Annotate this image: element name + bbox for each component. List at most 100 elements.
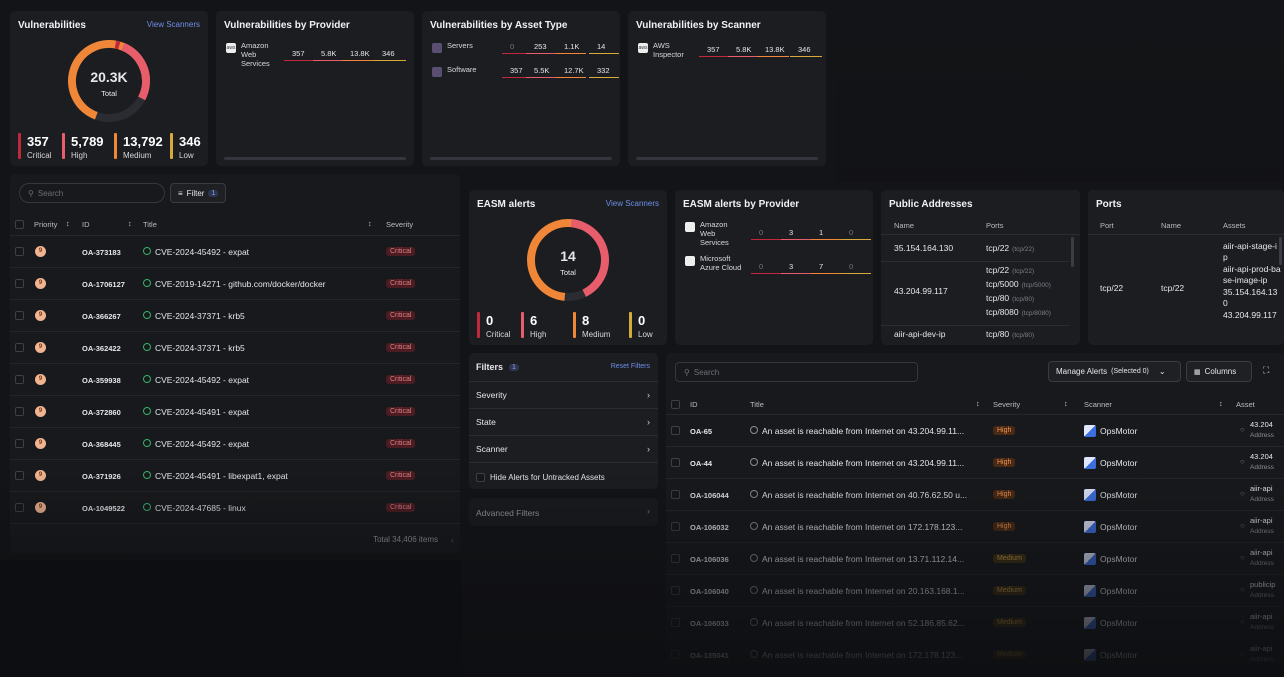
sort-icon[interactable]: ↕ bbox=[66, 219, 70, 228]
pagination-prev-icon[interactable]: ‹ bbox=[451, 535, 454, 545]
row-title[interactable]: An asset is reachable from Internet on 4… bbox=[762, 426, 964, 436]
severity-badge: Critical bbox=[386, 503, 416, 512]
table-row[interactable]: 9 OA-373183 CVE-2024-45492 - expat Critical bbox=[10, 236, 460, 268]
row-checkbox[interactable] bbox=[15, 471, 24, 480]
table-row[interactable]: OA-106044 An asset is reachable from Inte… bbox=[666, 479, 1284, 511]
table-row[interactable]: OA-106036 An asset is reachable from Inte… bbox=[666, 543, 1284, 575]
row-checkbox[interactable] bbox=[15, 247, 24, 256]
asset-name[interactable]: aiir-api bbox=[1250, 516, 1273, 525]
advanced-filters-panel[interactable]: Advanced Filters › bbox=[469, 498, 658, 526]
column-priority[interactable]: Priority bbox=[34, 220, 57, 229]
table-row[interactable]: OA-106040 An asset is reachable from Inte… bbox=[666, 575, 1284, 607]
row-checkbox[interactable] bbox=[671, 618, 680, 627]
manage-alerts-dropdown[interactable]: Manage Alerts (Selected 0) ⌄ bbox=[1048, 361, 1181, 382]
column-asset[interactable]: Asset bbox=[1236, 400, 1255, 409]
asset-name[interactable]: 43.204 bbox=[1250, 452, 1273, 461]
fullscreen-icon[interactable]: ⛶ bbox=[1263, 365, 1269, 376]
row-checkbox[interactable] bbox=[671, 426, 680, 435]
column-title[interactable]: Title bbox=[750, 400, 764, 409]
search-input[interactable]: ⚲ Search bbox=[675, 362, 918, 382]
columns-button[interactable]: ▦ Columns bbox=[1186, 361, 1252, 382]
row-checkbox[interactable] bbox=[671, 650, 680, 659]
panel-scrollbar[interactable] bbox=[224, 157, 406, 160]
table-row[interactable]: OA-65 An asset is reachable from Internet… bbox=[666, 415, 1284, 447]
row-title[interactable]: An asset is reachable from Internet on 1… bbox=[762, 522, 962, 532]
row-checkbox[interactable] bbox=[671, 586, 680, 595]
row-checkbox[interactable] bbox=[15, 279, 24, 288]
row-title[interactable]: CVE-2024-37371 - krb5 bbox=[155, 343, 245, 353]
row-title[interactable]: An asset is reachable from Internet on 4… bbox=[762, 458, 964, 468]
row-checkbox[interactable] bbox=[671, 490, 680, 499]
sort-icon[interactable]: ↕ bbox=[128, 219, 132, 228]
row-checkbox[interactable] bbox=[15, 439, 24, 448]
row-title[interactable]: An asset is reachable from Internet on 1… bbox=[762, 554, 964, 564]
row-title[interactable]: CVE-2024-37371 - krb5 bbox=[155, 311, 245, 321]
row-checkbox[interactable] bbox=[671, 522, 680, 531]
table-row[interactable]: 9 OA-372860 CVE-2024-45491 - expat Critical bbox=[10, 396, 460, 428]
row-checkbox[interactable] bbox=[15, 375, 24, 384]
asset-name[interactable]: 43.204 bbox=[1250, 420, 1273, 429]
row-checkbox[interactable] bbox=[671, 554, 680, 563]
row-title[interactable]: An asset is reachable from Internet on 5… bbox=[762, 618, 965, 628]
panel-scrollbar[interactable] bbox=[1279, 237, 1282, 265]
table-row[interactable]: OA-106032 An asset is reachable from Inte… bbox=[666, 511, 1284, 543]
row-checkbox[interactable] bbox=[15, 407, 24, 416]
row-title[interactable]: CVE-2024-45492 - expat bbox=[155, 375, 249, 385]
sort-icon[interactable]: ↕ bbox=[976, 399, 980, 408]
row-title[interactable]: An asset is reachable from Internet on 4… bbox=[762, 490, 967, 500]
table-row[interactable]: 9 OA-1049522 CVE-2024-47685 - linux Critica… bbox=[10, 492, 460, 524]
row-checkbox[interactable] bbox=[15, 311, 24, 320]
asset-name[interactable]: publicip bbox=[1250, 580, 1275, 589]
column-severity[interactable]: Severity bbox=[993, 400, 1020, 409]
reset-filters-link[interactable]: Reset Filters bbox=[611, 363, 650, 370]
panel-scrollbar[interactable] bbox=[430, 157, 612, 160]
sort-icon[interactable]: ↕ bbox=[368, 219, 372, 228]
sort-icon[interactable]: ↕ bbox=[1064, 399, 1068, 408]
panel-scrollbar[interactable] bbox=[1071, 237, 1074, 267]
row-title[interactable]: CVE-2024-47685 - linux bbox=[155, 503, 246, 513]
table-row[interactable]: 9 OA-359938 CVE-2024-45492 - expat Critical bbox=[10, 364, 460, 396]
row-title[interactable]: CVE-2024-45492 - expat bbox=[155, 439, 249, 449]
row-checkbox[interactable] bbox=[15, 343, 24, 352]
row-checkbox[interactable] bbox=[671, 458, 680, 467]
sort-icon[interactable]: ↕ bbox=[1219, 399, 1223, 408]
filter-severity[interactable]: Severity › bbox=[469, 382, 658, 409]
filter-state[interactable]: State › bbox=[469, 409, 658, 436]
column-id[interactable]: ID bbox=[690, 400, 698, 409]
table-row[interactable]: 9 OA-368445 CVE-2024-45492 - expat Critical bbox=[10, 428, 460, 460]
row-title[interactable]: CVE-2024-45491 - libexpat1, expat bbox=[155, 471, 288, 481]
row-title[interactable]: An asset is reachable from Internet on 2… bbox=[762, 586, 965, 596]
asset-name[interactable]: aiir-api bbox=[1250, 548, 1273, 557]
row-checkbox[interactable] bbox=[15, 503, 24, 512]
asset-name[interactable]: aiir-api bbox=[1250, 644, 1273, 653]
row-title[interactable]: CVE-2024-45491 - expat bbox=[155, 407, 249, 417]
table-row[interactable]: 9 OA-362422 CVE-2024-37371 - krb5 Critical bbox=[10, 332, 460, 364]
severity-label: Medium bbox=[582, 330, 611, 339]
row-title[interactable]: CVE-2019-14271 - github.com/docker/docke… bbox=[155, 279, 326, 289]
table-row[interactable]: 9 OA-1706127 CVE-2019-14271 - github.com/d… bbox=[10, 268, 460, 300]
hide-untracked-toggle[interactable]: Hide Alerts for Untracked Assets bbox=[476, 473, 605, 482]
table-row[interactable]: 9 OA-366267 CVE-2024-37371 - krb5 Critical bbox=[10, 300, 460, 332]
filter-scanner[interactable]: Scanner › bbox=[469, 436, 658, 463]
view-scanners-link[interactable]: View Scanners bbox=[606, 199, 659, 208]
column-scanner[interactable]: Scanner bbox=[1084, 400, 1112, 409]
column-severity[interactable]: Severity bbox=[386, 220, 413, 229]
table-row[interactable]: OA-106033 An asset is reachable from Inte… bbox=[666, 607, 1284, 639]
row-title[interactable]: An asset is reachable from Internet on 1… bbox=[762, 650, 962, 660]
filter-button[interactable]: ≡ Filter 1 bbox=[170, 183, 227, 203]
hide-untracked-checkbox[interactable] bbox=[476, 473, 485, 482]
search-input[interactable]: ⚲ Search bbox=[19, 183, 165, 203]
view-scanners-link[interactable]: View Scanners bbox=[147, 20, 200, 29]
asset-name[interactable]: aiir-api bbox=[1250, 484, 1273, 493]
asset-name[interactable]: aiir-api bbox=[1250, 612, 1273, 621]
column-title[interactable]: Title bbox=[143, 220, 157, 229]
table-row[interactable]: OA-44 An asset is reachable from Internet… bbox=[666, 447, 1284, 479]
table-row[interactable]: OA-135041 An asset is reachable from Inte… bbox=[666, 639, 1284, 671]
column-id[interactable]: ID bbox=[82, 220, 90, 229]
select-all-checkbox[interactable] bbox=[671, 400, 680, 409]
table-row[interactable]: 9 OA-371926 CVE-2024-45491 - libexpat1, ex… bbox=[10, 460, 460, 492]
select-all-checkbox[interactable] bbox=[15, 220, 24, 229]
priority-badge: 9 bbox=[35, 374, 46, 385]
panel-scrollbar[interactable] bbox=[636, 157, 818, 160]
row-title[interactable]: CVE-2024-45492 - expat bbox=[155, 247, 249, 257]
